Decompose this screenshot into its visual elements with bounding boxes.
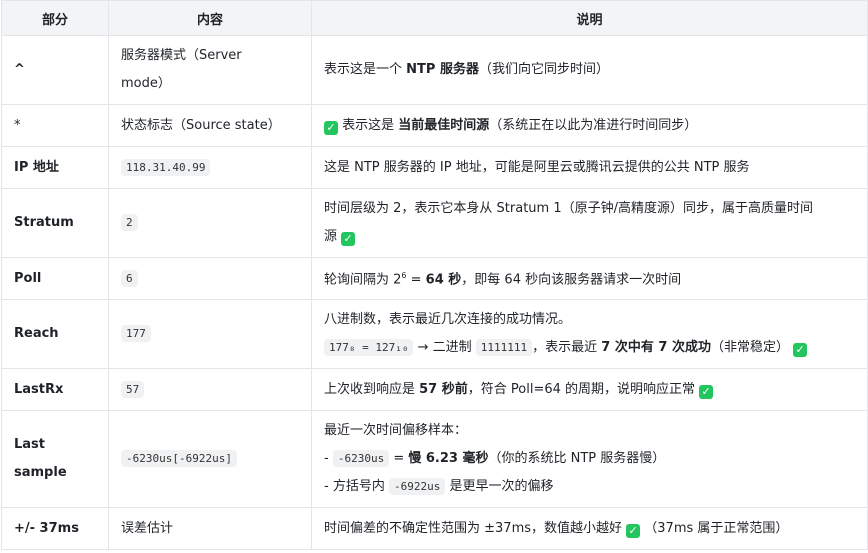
desc-bold: 当前最佳时间源 (398, 117, 490, 133)
row-part: +/- 37ms (1, 507, 109, 550)
content-line: 服务器模式（Server (121, 48, 242, 63)
row-part: LastRx (1, 368, 109, 411)
row-description: 时间层级为 2，表示它本身从 Stratum 1（原子钟/高精度源）同步，属于高… (311, 188, 868, 258)
row-description: ✓ 表示这是 当前最佳时间源（系统正在以此为准进行时间同步） (311, 104, 868, 147)
desc-text: 轮询间隔为 2 (324, 272, 402, 288)
desc-text: ，表示最近 (532, 340, 602, 355)
table-row: ^ 服务器模式（Server mode） 表示这是一个 NTP 服务器（我们向它同… (1, 35, 868, 105)
desc-text: 上次收到响应是 (324, 381, 420, 397)
row-description: 表示这是一个 NTP 服务器（我们向它同步时间） (311, 35, 868, 105)
table-row: LastRx 57 上次收到响应是 57 秒前，符合 Poll=64 的周期，说… (1, 368, 868, 411)
header-part: 部分 (1, 0, 109, 36)
code-value: 177 (121, 325, 151, 342)
ntp-explanation-table: 部分 内容 说明 ^ 服务器模式（Server mode） 表示这是一个 NTP … (1, 0, 868, 550)
code-value: -6230us[-6922us] (121, 450, 237, 467)
desc-text: 表示这是一个 (324, 62, 407, 77)
part-line: sample (14, 465, 67, 480)
desc-line: - 方括号内 -6922us 是更早一次的偏移 (324, 473, 855, 501)
table-row: +/- 37ms 误差估计 时间偏差的不确定性范围为 ±37ms，数值越小越好 … (1, 507, 868, 550)
row-content: 2 (108, 188, 312, 258)
code-value: 2 (121, 214, 138, 231)
row-description: 轮询间隔为 26 = 64 秒，即每 64 秒向该服务器请求一次时间 (311, 257, 868, 300)
row-part: * (1, 104, 109, 147)
row-description: 最近一次时间偏移样本： - -6230us = 慢 6.23 毫秒（你的系统比 … (311, 410, 868, 508)
desc-text: （你的系统比 NTP 服务器慢） (488, 451, 666, 466)
desc-text: → 二进制 (413, 340, 476, 355)
row-content: 状态标志（Source state） (108, 104, 312, 147)
part-line: Last (14, 437, 46, 452)
desc-text: ，符合 Poll=64 的周期，说明响应正常 (467, 381, 700, 397)
table-row: Last sample -6230us[-6922us] 最近一次时间偏移样本： … (1, 410, 868, 508)
desc-text: ，即每 64 秒向该服务器请求一次时间 (461, 272, 682, 288)
content-line: mode） (121, 76, 171, 91)
table-row: IP 地址 118.31.40.99 这是 NTP 服务器的 IP 地址，可能是… (1, 146, 868, 189)
checkmark-icon: ✓ (324, 120, 338, 135)
row-description: 八进制数，表示最近几次连接的成功情况。 177₈ = 127₁₀ → 二进制 1… (311, 299, 868, 369)
code-value: 177₈ = 127₁₀ (324, 339, 414, 356)
header-description: 说明 (311, 0, 868, 36)
checkmark-icon: ✓ (699, 384, 714, 399)
row-description: 这是 NTP 服务器的 IP 地址，可能是阿里云或腾讯云提供的公共 NTP 服务 (311, 146, 868, 189)
desc-bold: 64 秒 (425, 272, 462, 288)
row-part: Poll (1, 257, 109, 300)
row-content: 误差估计 (108, 507, 312, 550)
row-content: 177 (108, 299, 312, 369)
row-content: 服务器模式（Server mode） (108, 35, 312, 105)
code-value: -6922us (388, 478, 446, 495)
desc-bold: 慢 6.23 毫秒 (408, 451, 489, 466)
table-header-row: 部分 内容 说明 (1, 0, 868, 36)
desc-bold: NTP 服务器 (406, 62, 479, 77)
desc-line: 177₈ = 127₁₀ → 二进制 1111111 ，表示最近 7 次中有 7 … (324, 334, 855, 362)
header-content: 内容 (108, 0, 312, 36)
desc-text: 表示这是 (338, 117, 399, 133)
row-content: 118.31.40.99 (108, 146, 312, 189)
desc-line: 时间层级为 2，表示它本身从 Stratum 1（原子钟/高精度源）同步，属于高… (324, 201, 813, 216)
desc-line: - -6230us = 慢 6.23 毫秒（你的系统比 NTP 服务器慢） (324, 445, 855, 473)
desc-text: （37ms 属于正常范围） (640, 520, 789, 536)
desc-text: = (389, 451, 409, 466)
desc-line: 最近一次时间偏移样本： (324, 423, 468, 438)
desc-text: - (324, 451, 333, 466)
desc-text: 是更早一次的偏移 (445, 479, 554, 494)
row-part: Last sample (1, 410, 109, 508)
ntp-table-page: 部分 内容 说明 ^ 服务器模式（Server mode） 表示这是一个 NTP … (0, 0, 868, 553)
desc-text: 时间偏差的不确定性范围为 ±37ms，数值越小越好 (324, 520, 627, 536)
row-description: 上次收到响应是 57 秒前，符合 Poll=64 的周期，说明响应正常 ✓ (311, 368, 868, 411)
desc-text: 源 (324, 229, 342, 244)
table-row: Stratum 2 时间层级为 2，表示它本身从 Stratum 1（原子钟/高… (1, 188, 868, 258)
row-content: -6230us[-6922us] (108, 410, 312, 508)
table-row: Poll 6 轮询间隔为 26 = 64 秒，即每 64 秒向该服务器请求一次时… (1, 257, 868, 300)
row-part: IP 地址 (1, 146, 109, 189)
desc-text: （非常稳定） (710, 340, 789, 355)
desc-text: （系统正在以此为准进行时间同步） (489, 117, 698, 133)
checkmark-icon: ✓ (626, 523, 641, 538)
table-row: Reach 177 八进制数，表示最近几次连接的成功情况。 177₈ = 127… (1, 299, 868, 369)
code-value: 1111111 (475, 339, 533, 356)
row-description: 时间偏差的不确定性范围为 ±37ms，数值越小越好 ✓ （37ms 属于正常范围… (311, 507, 868, 550)
desc-text: = (406, 272, 426, 288)
desc-text: - 方括号内 (324, 479, 389, 494)
row-content: 57 (108, 368, 312, 411)
code-value: 57 (121, 380, 145, 398)
checkmark-icon: ✓ (341, 232, 356, 246)
row-part: Reach (1, 299, 109, 369)
row-part: Stratum (1, 188, 109, 258)
code-value: -6230us (332, 450, 390, 467)
desc-bold: 57 秒前 (419, 381, 468, 397)
checkmark-icon: ✓ (793, 343, 808, 357)
desc-bold: 7 次中有 7 次成功 (601, 340, 711, 355)
desc-line: 八进制数，表示最近几次连接的成功情况。 (324, 312, 572, 327)
desc-text: （我们向它同步时间） (478, 62, 609, 77)
row-part: ^ (1, 35, 109, 105)
table-row: * 状态标志（Source state） ✓ 表示这是 当前最佳时间源（系统正在… (1, 104, 868, 147)
row-content: 6 (108, 257, 312, 300)
code-value: 6 (121, 269, 138, 287)
desc-line: 源 ✓ (324, 223, 855, 251)
code-value: 118.31.40.99 (121, 158, 211, 176)
